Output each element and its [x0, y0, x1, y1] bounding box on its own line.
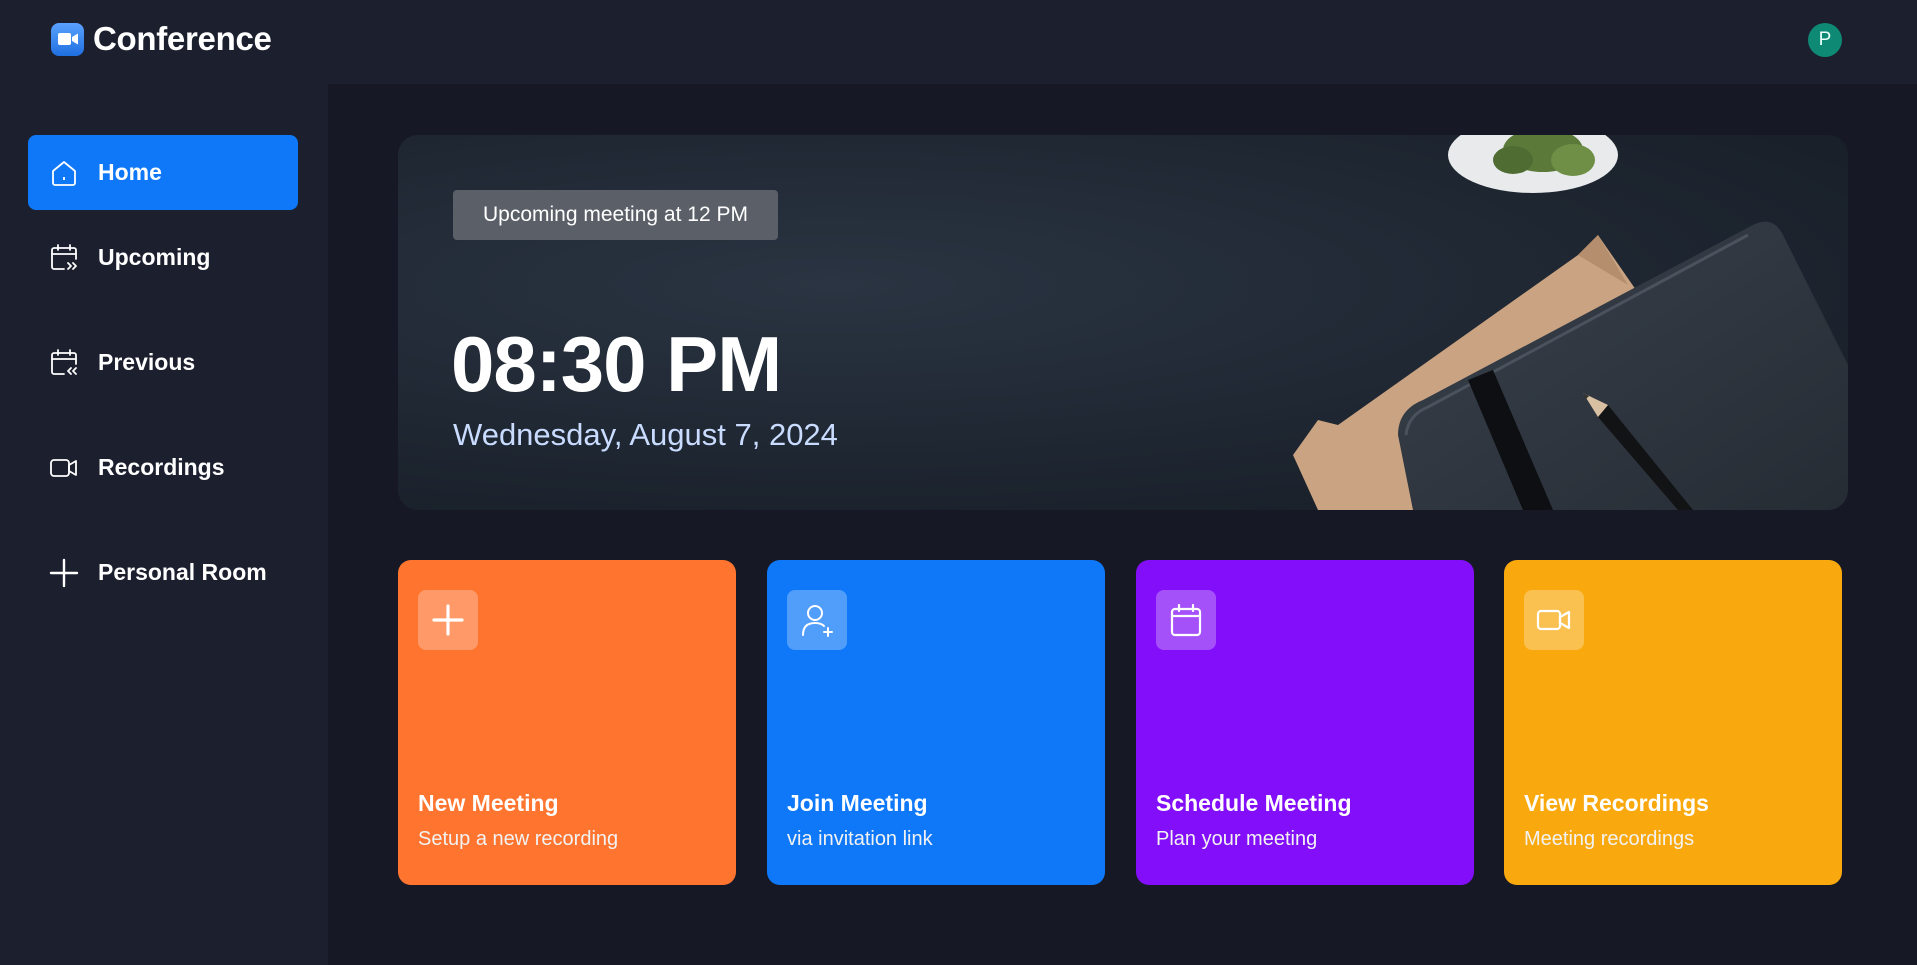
card-title: Join Meeting	[787, 790, 928, 816]
plus-icon	[48, 557, 80, 589]
sidebar-item-label: Previous	[98, 349, 196, 375]
card-subtitle: Plan your meeting	[1156, 828, 1318, 850]
upcoming-meeting-badge: Upcoming meeting at 12 PM	[453, 190, 778, 240]
card-title: View Recordings	[1524, 790, 1709, 816]
sidebar-item-personal-room[interactable]: Personal Room	[28, 535, 298, 610]
plus-icon	[418, 590, 478, 650]
sidebar-item-label: Upcoming	[98, 244, 211, 270]
video-icon	[48, 452, 80, 484]
sidebar-item-home[interactable]: Home	[28, 135, 298, 210]
card-title: Schedule Meeting	[1156, 790, 1352, 816]
card-subtitle: via invitation link	[787, 828, 933, 850]
calendar-back-icon	[48, 347, 80, 379]
sidebar-item-recordings[interactable]: Recordings	[28, 430, 298, 505]
card-subtitle: Meeting recordings	[1524, 828, 1695, 850]
top-bar: Conference P	[0, 0, 1917, 84]
user-avatar[interactable]: P	[1808, 23, 1842, 57]
video-camera-logo-icon	[51, 22, 84, 56]
schedule-meeting-card[interactable]: Schedule Meeting Plan your meeting	[1136, 560, 1474, 885]
desk-notebook-image	[1293, 135, 1848, 510]
join-meeting-card[interactable]: Join Meeting via invitation link	[767, 560, 1105, 885]
home-icon	[48, 157, 80, 189]
hero-banner: Upcoming meeting at 12 PM 08:30 PM Wedne…	[398, 135, 1848, 510]
sidebar-item-label: Home	[98, 159, 162, 185]
card-title: New Meeting	[418, 790, 559, 816]
sidebar-item-label: Recordings	[98, 454, 225, 480]
add-user-icon	[787, 590, 847, 650]
new-meeting-card[interactable]: New Meeting Setup a new recording	[398, 560, 736, 885]
sidebar-item-previous[interactable]: Previous	[28, 325, 298, 400]
view-recordings-card[interactable]: View Recordings Meeting recordings	[1504, 560, 1842, 885]
card-subtitle: Setup a new recording	[418, 828, 619, 850]
calendar-forward-icon	[48, 242, 80, 274]
sidebar-item-label: Personal Room	[98, 559, 267, 585]
current-time: 08:30 PM	[451, 320, 782, 408]
brand-link[interactable]: Conference	[51, 20, 272, 57]
video-icon	[1524, 590, 1584, 650]
calendar-icon	[1156, 590, 1216, 650]
sidebar-item-upcoming[interactable]: Upcoming	[28, 220, 298, 295]
current-date: Wednesday, August 7, 2024	[453, 417, 838, 452]
app-title: Conference	[93, 20, 272, 57]
sidebar: Home Upcoming Previous Recordings Person…	[0, 84, 328, 965]
